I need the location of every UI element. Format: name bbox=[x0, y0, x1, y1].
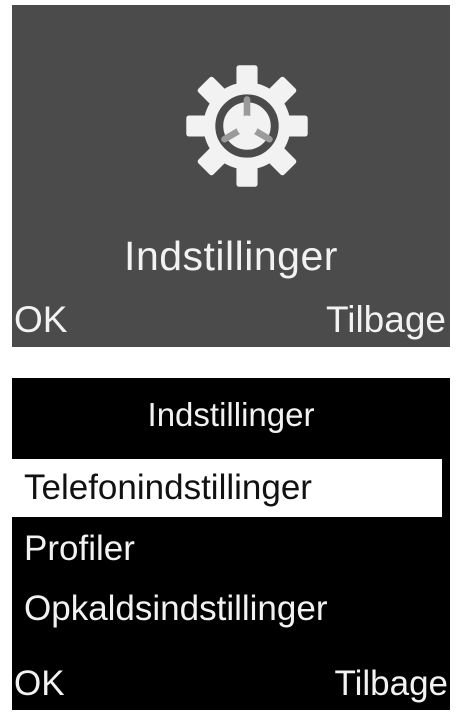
back-softkey[interactable]: Tilbage bbox=[326, 301, 446, 338]
gear-icon bbox=[181, 60, 313, 192]
menu-item-telefonindstillinger[interactable]: Telefonindstillinger bbox=[12, 459, 442, 517]
ok-softkey[interactable]: OK bbox=[14, 666, 65, 701]
settings-menu: Telefonindstillinger Profiler Opkaldsind… bbox=[12, 459, 450, 639]
back-softkey[interactable]: Tilbage bbox=[335, 666, 449, 701]
ok-softkey[interactable]: OK bbox=[14, 301, 67, 338]
settings-icon-screen: Indstillinger OK Tilbage bbox=[12, 5, 450, 347]
screen-title: Indstillinger bbox=[124, 233, 338, 279]
menu-item-profiler[interactable]: Profiler bbox=[12, 519, 450, 579]
scrollbar[interactable] bbox=[457, 459, 459, 515]
settings-menu-screen: Indstillinger Telefonindstillinger Profi… bbox=[12, 378, 459, 710]
menu-title: Indstillinger bbox=[147, 396, 315, 433]
menu-item-opkaldsindstillinger[interactable]: Opkaldsindstillinger bbox=[12, 579, 450, 639]
